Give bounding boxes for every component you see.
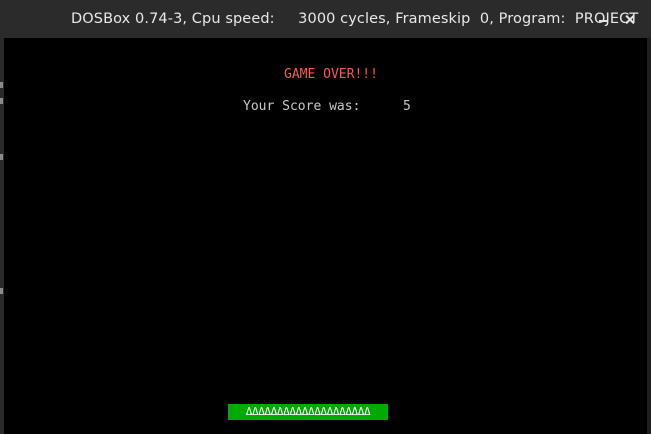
edge-mark <box>0 82 3 88</box>
minimize-icon <box>599 20 608 22</box>
edge-mark <box>0 98 3 104</box>
dos-screen[interactable]: GAME OVER!!! Your Score was: 5 ΔΔΔΔΔΔΔΔΔ… <box>4 38 647 434</box>
close-button[interactable] <box>621 10 639 28</box>
dosbox-window: DOSBox 0.74-3, Cpu speed: 3000 cycles, F… <box>0 0 651 434</box>
game-over-text: GAME OVER!!! <box>284 67 378 82</box>
minimize-button[interactable] <box>595 10 613 28</box>
score-value: 5 <box>403 99 411 114</box>
window-title: DOSBox 0.74-3, Cpu speed: 3000 cycles, F… <box>71 11 639 27</box>
paddle: ΔΔΔΔΔΔΔΔΔΔΔΔΔΔΔΔΔΔΔΔ <box>228 404 388 420</box>
edge-mark <box>0 154 3 160</box>
close-icon <box>621 10 639 28</box>
edge-mark <box>0 288 3 294</box>
title-bar[interactable]: DOSBox 0.74-3, Cpu speed: 3000 cycles, F… <box>0 0 651 39</box>
score-label: Your Score was: <box>243 99 361 114</box>
